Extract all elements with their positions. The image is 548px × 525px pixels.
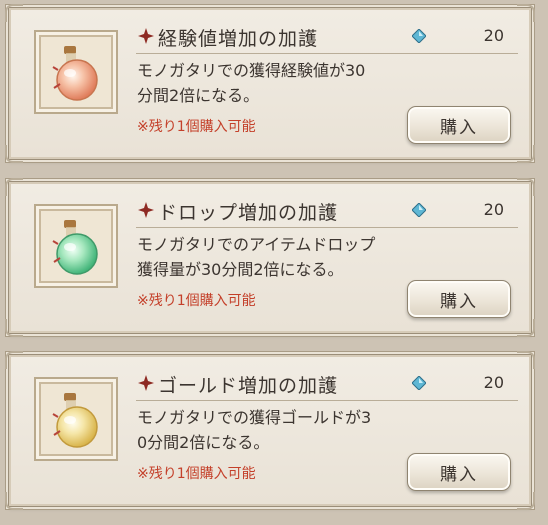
item-title: ドロップ増加の加護 (158, 202, 339, 224)
buy-button[interactable]: 購入 (407, 453, 511, 491)
cross-mark-icon (138, 375, 154, 391)
item-icon-frame (34, 30, 118, 114)
item-title: ゴールド増加の加護 (158, 375, 339, 397)
gem-icon (412, 376, 426, 390)
item-icon-frame (34, 377, 118, 461)
gem-icon (412, 203, 426, 217)
item-title-row: 経験値増加の加護 20 (136, 23, 518, 54)
cross-mark-icon (138, 28, 154, 44)
frame-corner (5, 492, 23, 510)
potion-icon (52, 220, 98, 275)
buy-button[interactable]: 購入 (407, 106, 511, 144)
item-title-row: ドロップ増加の加護 20 (136, 197, 518, 228)
shop-item-card: ドロップ増加の加護 20 モノガタリでのアイテムドロップ 獲得量が30分間2倍に… (5, 178, 535, 337)
item-icon-frame (34, 204, 118, 288)
frame-corner (5, 319, 23, 337)
item-description: モノガタリでの獲得ゴールドが3 0分間2倍になる。 (137, 408, 372, 452)
frame-corner (5, 178, 23, 196)
item-description: モノガタリでの獲得経験値が30 分間2倍になる。 (137, 61, 366, 105)
potion-icon (52, 46, 98, 101)
item-price: 20 (483, 373, 504, 392)
shop-item-card: ゴールド増加の加護 20 モノガタリでの獲得ゴールドが3 0分間2倍になる。 ※… (5, 351, 535, 510)
frame-corner (517, 145, 535, 163)
remaining-count: ※残り1個購入可能 (137, 119, 256, 135)
remaining-count: ※残り1個購入可能 (137, 293, 256, 309)
item-price: 20 (483, 200, 504, 219)
cross-mark-icon (138, 202, 154, 218)
item-description: モノガタリでのアイテムドロップ 獲得量が30分間2倍になる。 (137, 235, 376, 279)
potion-icon (52, 393, 98, 448)
frame-corner (5, 145, 23, 163)
item-title: 経験値増加の加護 (158, 28, 319, 50)
gem-icon (412, 29, 426, 43)
item-title-row: ゴールド増加の加護 20 (136, 370, 518, 401)
item-price: 20 (483, 26, 504, 45)
frame-corner (517, 351, 535, 369)
buy-button[interactable]: 購入 (407, 280, 511, 318)
frame-corner (5, 351, 23, 369)
frame-corner (517, 492, 535, 510)
frame-corner (517, 4, 535, 22)
frame-corner (517, 178, 535, 196)
shop-item-card: 経験値増加の加護 20 モノガタリでの獲得経験値が30 分間2倍になる。 ※残り… (5, 4, 535, 163)
frame-corner (5, 4, 23, 22)
frame-corner (517, 319, 535, 337)
remaining-count: ※残り1個購入可能 (137, 466, 256, 482)
